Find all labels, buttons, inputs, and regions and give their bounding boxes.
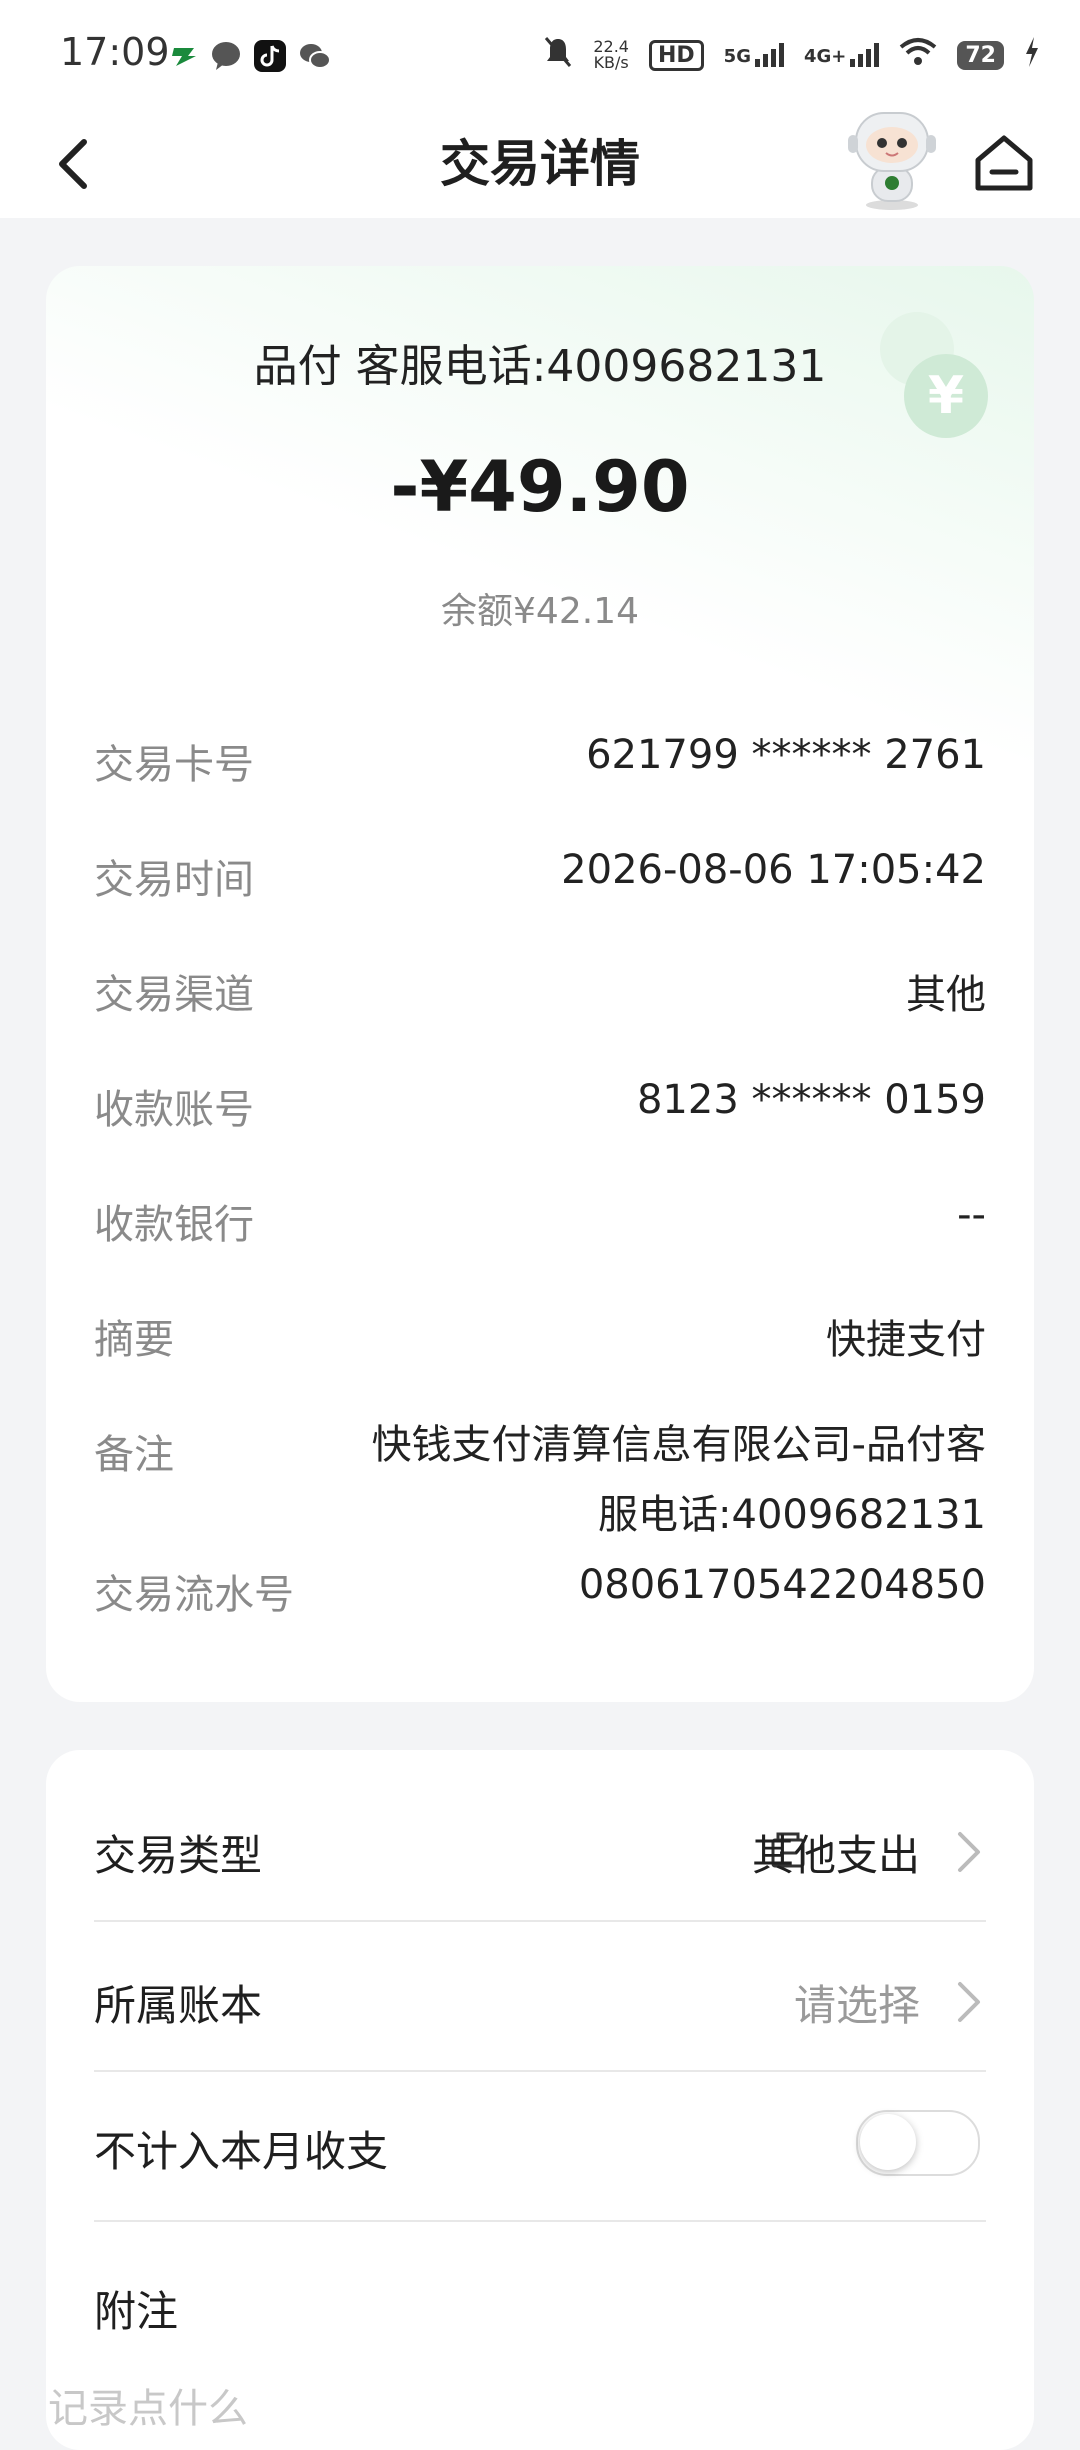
toggle-knob — [860, 2114, 916, 2170]
exclude-month-label: 不计入本月收支 — [94, 2127, 389, 2176]
wifi-icon — [899, 37, 937, 74]
post-app-icon — [168, 40, 200, 72]
transaction-type-label: 交易类型 — [94, 1831, 263, 1880]
balance-after: 余额¥42.14 — [441, 591, 639, 632]
divider — [94, 2220, 986, 2222]
chevron-right-icon — [954, 1976, 984, 2028]
transaction-amount: -¥49.90 — [390, 446, 690, 528]
signal-5g: 5G — [724, 43, 784, 67]
wechat-icon — [298, 40, 331, 72]
field-label: 交易渠道 — [94, 972, 254, 1018]
merchant-name: 品付 客服电话:4009682131 — [253, 341, 827, 392]
field-label: 交易时间 — [94, 857, 254, 903]
field-label: 交易流水号 — [94, 1572, 294, 1618]
hd-badge: HD — [648, 39, 704, 71]
card-number-value: 621799 ****** 2761 — [586, 732, 986, 778]
note-label: 附注 — [94, 2287, 179, 2336]
chevron-right-icon — [954, 1826, 984, 1878]
settings-card: 交易类型 其他支出 所属账本 请选择 不计入本月收支 附注 — [46, 1750, 1034, 2450]
message-icon — [210, 40, 242, 72]
transaction-time-value: 2026-08-06 17:05:42 — [561, 847, 986, 893]
home-icon[interactable] — [968, 128, 1040, 200]
charging-icon — [1024, 36, 1040, 74]
note-input-hint[interactable]: 记录点什么 — [48, 2376, 248, 2434]
status-bar: 17:09 22.4 KB/s HD 5G 4G+ 72 — [0, 0, 1080, 110]
field-label: 交易卡号 — [94, 742, 254, 788]
transaction-card: ¥ 品付 客服电话:4009682131 -¥49.90 余额¥42.14 交易… — [46, 266, 1034, 1702]
payee-bank-value: -- — [957, 1192, 986, 1238]
serial-number-value: 0806170542204850 — [578, 1562, 986, 1608]
status-time: 17:09 — [60, 30, 170, 74]
channel-value: 其他 — [906, 972, 986, 1018]
tiktok-icon — [254, 40, 286, 72]
divider — [94, 2070, 986, 2072]
ledger-placeholder: 请选择 — [793, 1981, 920, 2030]
net-speed: 22.4 KB/s — [593, 37, 629, 72]
nav-bar: 交易详情 — [0, 110, 1080, 218]
transaction-type-value: 其他支出 — [751, 1831, 920, 1880]
divider — [94, 1920, 986, 1922]
status-right: 22.4 KB/s HD 5G 4G+ 72 — [543, 30, 1040, 80]
ledger-label: 所属账本 — [94, 1981, 263, 2030]
mascot-avatar[interactable] — [842, 105, 942, 213]
battery-indicator: 72 — [957, 40, 1004, 70]
signal-4g: 4G+ — [804, 43, 880, 67]
remark-value: 快钱支付清算信息有限公司-品付客服电话:4009682131 — [371, 1422, 986, 1538]
exclude-month-toggle[interactable] — [856, 2110, 980, 2176]
payee-account-value: 8123 ****** 0159 — [636, 1077, 986, 1123]
field-label: 备注 — [94, 1432, 174, 1478]
summary-value: 快捷支付 — [826, 1317, 986, 1363]
field-label: 收款银行 — [94, 1202, 254, 1248]
mute-icon — [543, 35, 573, 76]
field-label: 摘要 — [94, 1317, 174, 1363]
field-label: 收款账号 — [94, 1087, 254, 1133]
